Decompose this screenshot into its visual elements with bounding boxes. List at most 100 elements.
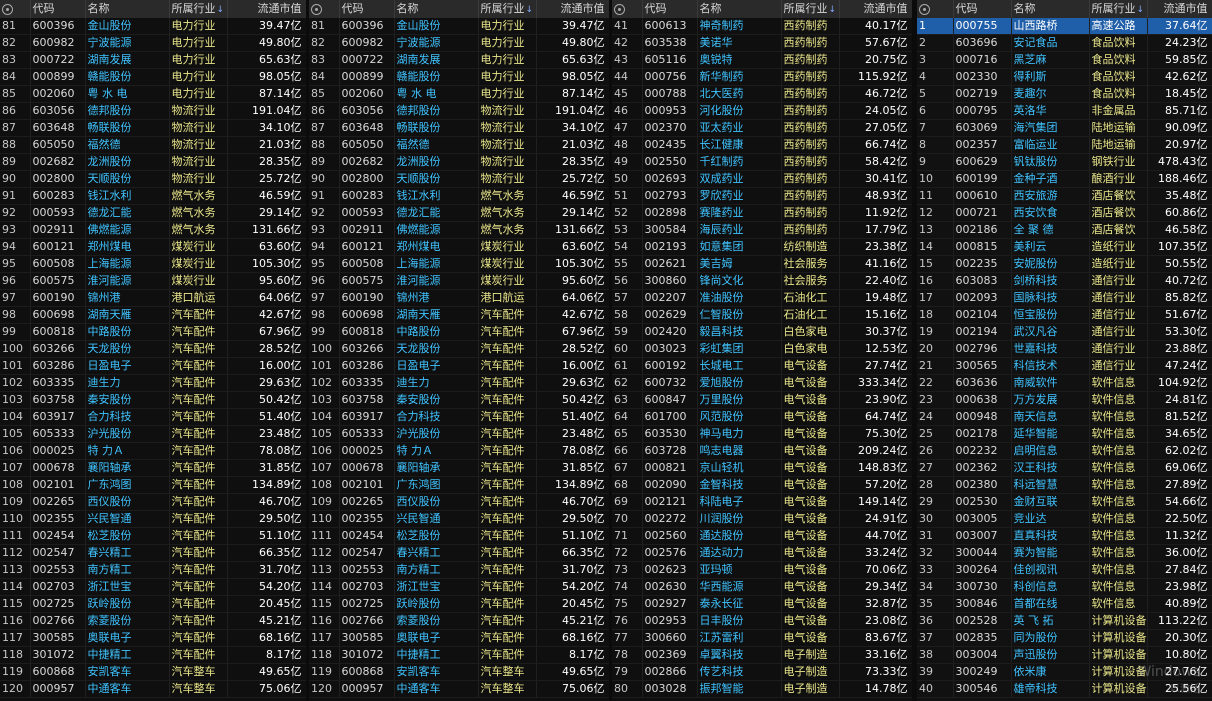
table-row[interactable]: 90 002800 天顺股份 物流行业 25.72亿	[309, 170, 609, 188]
table-row[interactable]: 96 600575 淮河能源 煤炭行业 95.60亿	[309, 272, 609, 290]
table-row[interactable]: 2 603696 安记食品 食品饮料 24.23亿	[917, 34, 1212, 52]
table-row[interactable]: 103 603758 秦安股份 汽车配件 50.42亿	[0, 391, 306, 409]
table-row[interactable]: 51 002793 罗欣药业 西药制药 48.93亿	[612, 187, 912, 205]
table-row[interactable]: 108 002101 广东鸿图 汽车配件 134.89亿	[309, 476, 609, 494]
table-row[interactable]: 48 002435 长江健康 西药制药 66.74亿	[612, 136, 912, 154]
table-row[interactable]: 37 002835 同为股份 计算机设备 20.30亿	[917, 629, 1212, 647]
table-row[interactable]: 64 601700 风范股份 电气设备 64.74亿	[612, 408, 912, 426]
table-row[interactable]: 5 002719 麦趣尔 食品饮料 18.45亿	[917, 85, 1212, 103]
table-row[interactable]: 115 002725 跃岭股份 汽车配件 20.45亿	[309, 595, 609, 613]
table-row[interactable]: 69 002121 科陆电子 电气设备 149.14亿	[612, 493, 912, 511]
table-row[interactable]: 24 000948 南天信息 软件信息 81.52亿	[917, 408, 1212, 426]
table-row[interactable]: 116 002766 索菱股份 汽车配件 45.21亿	[0, 612, 306, 630]
column-header-market-value[interactable]: 流通市值	[227, 0, 306, 18]
table-row[interactable]: 45 000788 北大医药 西药制药 46.72亿	[612, 85, 912, 103]
table-row[interactable]: 119 600868 安凯客车 汽车整车 49.65亿	[309, 663, 609, 681]
table-row[interactable]: 61 600192 长城电工 电气设备 27.74亿	[612, 357, 912, 375]
table-row[interactable]: 18 002104 恒宝股份 通信行业 51.67亿	[917, 306, 1212, 324]
table-row[interactable]: 73 002623 亚玛顿 电气设备 70.06亿	[612, 561, 912, 579]
table-row[interactable]: 50 002693 双成药业 西药制药 30.41亿	[612, 170, 912, 188]
table-row[interactable]: 85 002060 粤 水 电电力行业 87.14亿	[309, 85, 609, 103]
table-row[interactable]: 12 000721 西安饮食 酒店餐饮 60.86亿	[917, 204, 1212, 222]
table-row[interactable]: 63 600847 万里股份 电气设备 23.90亿	[612, 391, 912, 409]
table-row[interactable]: 10 600199 金种子酒 酿酒行业 188.46亿	[917, 170, 1212, 188]
table-row[interactable]: 15 002235 安妮股份 造纸行业 50.55亿	[917, 255, 1212, 273]
table-row[interactable]: 97 600190 锦州港 港口航运 64.06亿	[0, 289, 306, 307]
table-row[interactable]: 56 300860 锋尚文化 社会服务 22.40亿	[612, 272, 912, 290]
table-row[interactable]: 42 603538 美诺华 西药制药 57.67亿	[612, 34, 912, 52]
table-row[interactable]: 47 002370 亚太药业 西药制药 27.05亿	[612, 119, 912, 137]
table-row[interactable]: 27 002362 汉王科技 软件信息 69.06亿	[917, 459, 1212, 477]
table-row[interactable]: 112 002547 春兴精工 汽车配件 66.35亿	[0, 544, 306, 562]
table-row[interactable]: 79 002866 传艺科技 电子制造 73.33亿	[612, 663, 912, 681]
table-row[interactable]: 99 600818 中路股份 汽车配件 67.96亿	[309, 323, 609, 341]
table-row[interactable]: 109 002265 西仪股份 汽车配件 46.70亿	[0, 493, 306, 511]
table-row[interactable]: 104 603917 合力科技 汽车配件 51.40亿	[309, 408, 609, 426]
table-row[interactable]: 19 002194 武汉凡谷 通信行业 53.30亿	[917, 323, 1212, 341]
table-row[interactable]: 104 603917 合力科技 汽车配件 51.40亿	[0, 408, 306, 426]
table-row[interactable]: 105 605333 沪光股份 汽车配件 23.48亿	[309, 425, 609, 443]
table-row[interactable]: 105 605333 沪光股份 汽车配件 23.48亿	[0, 425, 306, 443]
column-settings-icon[interactable]	[612, 0, 643, 18]
table-row[interactable]: 55 002621 美吉姆 社会服务 41.16亿	[612, 255, 912, 273]
table-row[interactable]: 43 605116 奥锐特 西药制药 20.75亿	[612, 51, 912, 69]
table-row[interactable]: 33 300264 佳创视讯 软件信息 27.84亿	[917, 561, 1212, 579]
table-row[interactable]: 108 002101 广东鸿图 汽车配件 134.89亿	[0, 476, 306, 494]
table-row[interactable]: 107 000678 襄阳轴承 汽车配件 31.85亿	[309, 459, 609, 477]
table-row[interactable]: 77 300660 江苏雷利 电气设备 83.67亿	[612, 629, 912, 647]
table-row[interactable]: 81 600396 金山股份 电力行业 39.47亿	[309, 18, 609, 35]
table-row[interactable]: 32 300044 赛为智能 软件信息 36.00亿	[917, 544, 1212, 562]
table-row[interactable]: 87 603648 畅联股份 物流行业 34.10亿	[0, 119, 306, 137]
table-row[interactable]: 17 002093 国脉科技 通信行业 85.82亿	[917, 289, 1212, 307]
column-settings-icon[interactable]	[917, 0, 954, 18]
column-header-industry[interactable]: 所属行业↓	[1089, 0, 1148, 18]
table-row[interactable]: 112 002547 春兴精工 汽车配件 66.35亿	[309, 544, 609, 562]
table-row[interactable]: 11 000610 西安旅游 酒店餐饮 35.48亿	[917, 187, 1212, 205]
table-row[interactable]: 98 600698 湖南天雁 汽车配件 42.67亿	[309, 306, 609, 324]
table-row[interactable]: 13 002186 全 聚 德酒店餐饮 46.58亿	[917, 221, 1212, 239]
table-row[interactable]: 59 002420 毅昌科技 白色家电 30.37亿	[612, 323, 912, 341]
table-row[interactable]: 86 603056 德邦股份 物流行业 191.04亿	[0, 102, 306, 120]
table-row[interactable]: 20 002796 世嘉科技 通信行业 23.88亿	[917, 340, 1212, 358]
table-row[interactable]: 16 603083 剑桥科技 通信行业 40.72亿	[917, 272, 1212, 290]
column-header-code[interactable]: 代码	[339, 0, 395, 18]
column-header-market-value[interactable]: 流通市值	[839, 0, 912, 18]
table-row[interactable]: 111 002454 松芝股份 汽车配件 51.10亿	[0, 527, 306, 545]
table-row[interactable]: 22 603636 南威软件 软件信息 104.92亿	[917, 374, 1212, 392]
column-header-code[interactable]: 代码	[953, 0, 1012, 18]
table-row[interactable]: 78 002369 卓翼科技 电子制造 33.16亿	[612, 646, 912, 664]
table-row[interactable]: 102 603335 迪生力 汽车配件 29.63亿	[309, 374, 609, 392]
table-row[interactable]: 109 002265 西仪股份 汽车配件 46.70亿	[309, 493, 609, 511]
table-row[interactable]: 44 000756 新华制药 西药制药 115.92亿	[612, 68, 912, 86]
table-row[interactable]: 80 003028 振邦智能 电子制造 14.78亿	[612, 680, 912, 698]
table-row[interactable]: 107 000678 襄阳轴承 汽车配件 31.85亿	[0, 459, 306, 477]
table-row[interactable]: 118 301072 中捷精工 汽车配件 8.17亿	[0, 646, 306, 664]
table-row[interactable]: 100 603266 天龙股份 汽车配件 28.52亿	[0, 340, 306, 358]
sort-descending-icon[interactable]: ↓	[1137, 5, 1145, 15]
column-header-code[interactable]: 代码	[30, 0, 86, 18]
table-row[interactable]: 119 600868 安凯客车 汽车整车 49.65亿	[0, 663, 306, 681]
table-row[interactable]: 97 600190 锦州港 港口航运 64.06亿	[309, 289, 609, 307]
table-row[interactable]: 31 003007 直真科技 软件信息 11.32亿	[917, 527, 1212, 545]
table-row[interactable]: 66 603728 鸣志电器 电气设备 209.24亿	[612, 442, 912, 460]
column-header-name[interactable]: 名称	[697, 0, 782, 18]
table-row[interactable]: 101 603286 日盈电子 汽车配件 16.00亿	[309, 357, 609, 375]
table-row[interactable]: 34 300730 科创信息 软件信息 23.98亿	[917, 578, 1212, 596]
table-row[interactable]: 52 002898 赛隆药业 西药制药 11.92亿	[612, 204, 912, 222]
column-settings-icon[interactable]	[309, 0, 340, 18]
table-row[interactable]: 93 002911 佛燃能源 燃气水务 131.66亿	[309, 221, 609, 239]
column-header-market-value[interactable]: 流通市值	[1147, 0, 1212, 18]
table-row[interactable]: 4 002330 得利斯 食品饮料 42.62亿	[917, 68, 1212, 86]
table-row[interactable]: 53 300584 海辰药业 西药制药 17.79亿	[612, 221, 912, 239]
table-row[interactable]: 29 002530 金财互联 软件信息 54.66亿	[917, 493, 1212, 511]
table-row[interactable]: 54 002193 如意集团 纺织制造 23.38亿	[612, 238, 912, 256]
table-row[interactable]: 46 000953 河化股份 西药制药 24.05亿	[612, 102, 912, 120]
table-row[interactable]: 94 600121 郑州煤电 煤炭行业 63.60亿	[309, 238, 609, 256]
table-row[interactable]: 71 002560 通达股份 电气设备 44.70亿	[612, 527, 912, 545]
table-row[interactable]: 41 600613 神奇制药 西药制药 40.17亿	[612, 18, 912, 35]
column-header-name[interactable]: 名称	[1011, 0, 1090, 18]
table-row[interactable]: 106 000025 特 力Ａ 汽车配件 78.08亿	[309, 442, 609, 460]
table-row[interactable]: 117 300585 奥联电子 汽车配件 68.16亿	[309, 629, 609, 647]
table-row[interactable]: 65 603530 神马电力 电气设备 75.30亿	[612, 425, 912, 443]
table-row[interactable]: 93 002911 佛燃能源 燃气水务 131.66亿	[0, 221, 306, 239]
